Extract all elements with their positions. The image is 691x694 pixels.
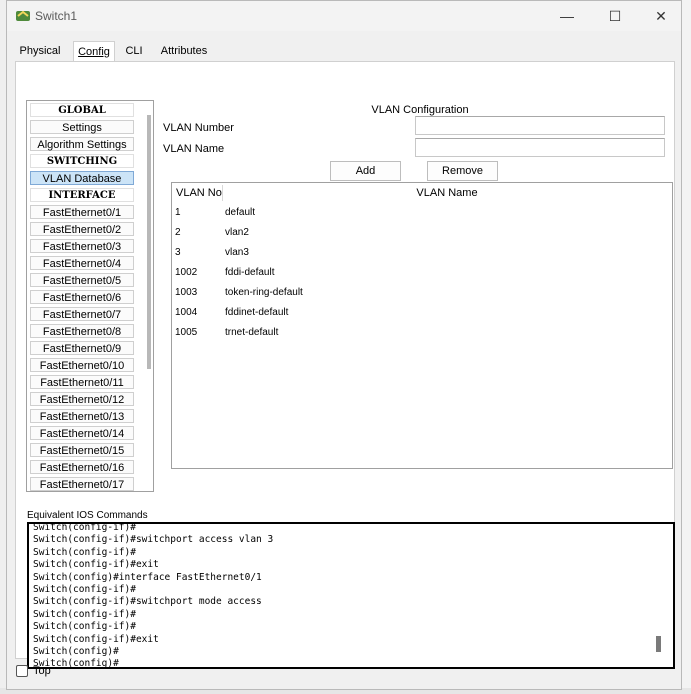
- minimize-button[interactable]: —: [552, 6, 582, 26]
- desktop-background-right: [681, 0, 691, 694]
- sidebar-item-fastethernet0-8[interactable]: FastEthernet0/8: [30, 324, 134, 338]
- table-row[interactable]: 1 default: [172, 203, 672, 223]
- window-client: Physical Config CLI Attributes GLOBAL Se…: [7, 31, 681, 689]
- vlan-no-cell: 1005: [175, 327, 198, 338]
- vlan-no-cell: 1: [175, 207, 181, 218]
- add-vlan-button[interactable]: Add: [330, 161, 401, 181]
- column-header-vlan-no[interactable]: VLAN No: [176, 183, 222, 203]
- vlan-name-cell: fddi-default: [225, 267, 275, 278]
- table-row[interactable]: 1003 token-ring-default: [172, 283, 672, 303]
- ios-commands-label: Equivalent IOS Commands: [27, 510, 148, 521]
- table-row[interactable]: 1002 fddi-default: [172, 263, 672, 283]
- vlan-number-label: VLAN Number: [163, 122, 234, 134]
- sidebar-item-algorithm-settings[interactable]: Algorithm Settings: [30, 137, 134, 151]
- tab-config[interactable]: Config: [73, 41, 115, 62]
- sidebar-item-fastethernet0-6[interactable]: FastEthernet0/6: [30, 290, 134, 304]
- ios-commands-output[interactable]: Switch(config-if)# Switch(config-if)#swi…: [27, 522, 675, 669]
- sidebar-item-fastethernet0-15[interactable]: FastEthernet0/15: [30, 443, 134, 457]
- sidebar-item-fastethernet0-17[interactable]: FastEthernet0/17: [30, 477, 134, 491]
- tab-physical[interactable]: Physical: [19, 41, 61, 61]
- vlan-name-cell: fddinet-default: [225, 307, 289, 318]
- ios-line: Switch(config)#: [33, 646, 119, 657]
- ios-line: Switch(config-if)#exit: [33, 633, 159, 645]
- ios-line: Switch(config-if)#: [33, 621, 136, 633]
- sidebar-item-fastethernet0-14[interactable]: FastEthernet0/14: [30, 426, 134, 440]
- vlan-name-cell: vlan3: [225, 247, 249, 258]
- table-row[interactable]: 2 vlan2: [172, 223, 672, 243]
- close-button[interactable]: ✕: [646, 6, 676, 26]
- sidebar-item-fastethernet0-5[interactable]: FastEthernet0/5: [30, 273, 134, 287]
- vlan-name-input[interactable]: [415, 138, 665, 157]
- sidebar-header-interface: INTERFACE: [30, 188, 134, 202]
- tab-cli[interactable]: CLI: [123, 41, 145, 61]
- ios-line: Switch(config-if)#: [33, 584, 136, 595]
- vlan-name-cell: vlan2: [225, 227, 249, 238]
- sidebar-scrollbar[interactable]: [147, 115, 151, 369]
- sidebar-item-fastethernet0-16[interactable]: FastEthernet0/16: [30, 460, 134, 474]
- vlan-no-cell: 3: [175, 247, 181, 258]
- ios-line: Switch(config-if)#switchport access vlan…: [33, 534, 274, 546]
- sidebar-item-fastethernet0-7[interactable]: FastEthernet0/7: [30, 307, 134, 321]
- sidebar-item-fastethernet0-10[interactable]: FastEthernet0/10: [30, 358, 134, 372]
- switch-app-icon: [16, 10, 30, 21]
- sidebar-item-fastethernet0-3[interactable]: FastEthernet0/3: [30, 239, 134, 253]
- vlan-no-cell: 1004: [175, 307, 198, 318]
- sidebar-item-fastethernet0-12[interactable]: FastEthernet0/12: [30, 392, 134, 406]
- vlan-table: VLAN No VLAN Name 1 default 2 vlan2 3 vl…: [171, 182, 673, 469]
- vlan-name-cell: default: [225, 207, 256, 218]
- vlan-no-cell: 1003: [175, 287, 198, 298]
- maximize-icon: ☐: [608, 7, 622, 24]
- column-header-vlan-name[interactable]: VLAN Name: [222, 183, 672, 203]
- table-row[interactable]: 1004 fddinet-default: [172, 303, 672, 323]
- sidebar-item-fastethernet0-9[interactable]: FastEthernet0/9: [30, 341, 134, 355]
- sidebar-item-settings[interactable]: Settings: [30, 120, 134, 134]
- config-tab-panel: GLOBAL Settings Algorithm Settings SWITC…: [15, 61, 675, 669]
- vlan-name-cell: token-ring-default: [225, 287, 303, 298]
- ios-line: Switch(config-if)#: [33, 522, 136, 533]
- sidebar-item-fastethernet0-4[interactable]: FastEthernet0/4: [30, 256, 134, 270]
- vlan-no-cell: 2: [175, 227, 181, 238]
- remove-vlan-button[interactable]: Remove: [427, 161, 498, 181]
- table-row[interactable]: 3 vlan3: [172, 243, 672, 263]
- config-sidebar: GLOBAL Settings Algorithm Settings SWITC…: [26, 100, 154, 492]
- top-checkbox-label: Top: [33, 665, 51, 677]
- sidebar-item-fastethernet0-1[interactable]: FastEthernet0/1: [30, 205, 134, 219]
- vlan-number-input[interactable]: [415, 116, 665, 135]
- vlan-no-cell: 1002: [175, 267, 198, 278]
- sidebar-header-switching: SWITCHING: [30, 154, 134, 168]
- sidebar-item-fastethernet0-2[interactable]: FastEthernet0/2: [30, 222, 134, 236]
- ios-line: Switch(config-if)#: [33, 608, 136, 620]
- minimize-icon: —: [560, 8, 574, 24]
- vlan-name-cell: trnet-default: [225, 327, 279, 338]
- vlan-config-title: VLAN Configuration: [371, 104, 469, 116]
- sidebar-item-vlan-database[interactable]: VLAN Database: [30, 171, 134, 185]
- vlan-name-label: VLAN Name: [163, 143, 225, 155]
- table-row[interactable]: 1005 trnet-default: [172, 323, 672, 343]
- maximize-button[interactable]: ☐: [600, 6, 630, 26]
- ios-line: Switch(config)#interface FastEthernet0/1: [33, 571, 262, 583]
- ios-scrollbar-thumb[interactable]: [656, 636, 661, 652]
- ios-line: Switch(config-if)#: [33, 546, 136, 558]
- close-icon: ✕: [655, 7, 667, 24]
- ios-line: Switch(config-if)#exit: [33, 559, 159, 571]
- switch-config-window: Switch1 — ☐ ✕ Physical Config CLI Attrib…: [6, 0, 682, 690]
- sidebar-header-global: GLOBAL: [30, 103, 134, 117]
- window-title: Switch1: [35, 9, 78, 23]
- title-bar[interactable]: Switch1 — ☐ ✕: [7, 1, 681, 31]
- tab-attributes[interactable]: Attributes: [159, 41, 209, 61]
- sidebar-item-fastethernet0-13[interactable]: FastEthernet0/13: [30, 409, 134, 423]
- sidebar-item-fastethernet0-11[interactable]: FastEthernet0/11: [30, 375, 134, 389]
- ios-line: Switch(config-if)#switchport mode access: [33, 596, 262, 608]
- top-checkbox[interactable]: [16, 665, 28, 677]
